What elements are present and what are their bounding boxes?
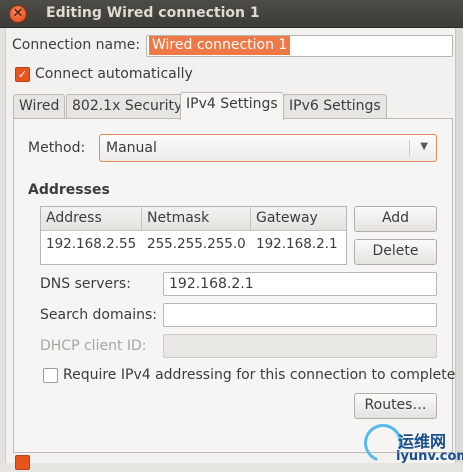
method-label: Method:: [28, 140, 86, 156]
background-checkbox: [15, 455, 30, 470]
background-window-edge-left: [0, 28, 6, 468]
title-bar: ✕ Editing Wired connection 1: [0, 0, 463, 28]
require-ipv4-label[interactable]: Require IPv4 addressing for this connect…: [63, 367, 455, 383]
addresses-table-header: Address Netmask Gateway: [41, 207, 346, 231]
connection-name-value: Wired connection 1: [149, 36, 291, 55]
column-divider: [141, 207, 142, 231]
chevron-down-icon: ▼: [420, 141, 428, 152]
dhcp-client-id-input: [163, 334, 437, 358]
tab-8021x-security[interactable]: 802.1x Security: [66, 94, 189, 118]
dhcp-client-id-label: DHCP client ID:: [40, 338, 147, 354]
dns-servers-label: DNS servers:: [40, 276, 131, 292]
column-header-address[interactable]: Address: [46, 210, 102, 226]
close-icon[interactable]: ✕: [9, 5, 27, 23]
method-value: Manual: [106, 140, 157, 156]
gateway-cell: 192.168.2.1: [256, 236, 338, 252]
addresses-table[interactable]: Address Netmask Gateway 192.168.2.55 255…: [40, 206, 347, 265]
connect-automatically-checkbox[interactable]: ✓: [15, 67, 30, 82]
watermark-url: iyunv.com: [396, 449, 463, 464]
search-domains-label: Search domains:: [40, 307, 157, 323]
tab-ipv6-settings[interactable]: IPv6 Settings: [283, 94, 387, 118]
method-select[interactable]: Manual ▼: [99, 134, 437, 162]
window-title: Editing Wired connection 1: [46, 5, 260, 21]
dns-servers-input[interactable]: 192.168.2.1: [163, 272, 437, 296]
routes-button[interactable]: Routes…: [354, 393, 437, 419]
require-ipv4-checkbox[interactable]: [43, 368, 58, 383]
netmask-cell: 255.255.255.0: [147, 236, 246, 252]
watermark: 运维网 iyunv.com: [357, 417, 463, 470]
address-cell: 192.168.2.55: [46, 236, 137, 252]
connect-automatically-label[interactable]: Connect automatically: [35, 66, 193, 82]
method-select-separator: [409, 140, 410, 156]
tab-wired[interactable]: Wired: [13, 94, 66, 118]
connection-name-label: Connection name:: [12, 37, 141, 53]
column-header-netmask[interactable]: Netmask: [147, 210, 209, 226]
add-address-button[interactable]: Add: [354, 206, 437, 232]
tab-ipv4-settings[interactable]: IPv4 Settings: [180, 92, 284, 120]
background-window-edge-right: [455, 28, 463, 463]
addresses-heading: Addresses: [28, 182, 110, 198]
column-divider: [250, 207, 251, 231]
column-header-gateway[interactable]: Gateway: [256, 210, 318, 226]
connection-name-input[interactable]: Wired connection 1: [146, 35, 453, 57]
search-domains-input[interactable]: [163, 303, 437, 327]
delete-address-button[interactable]: Delete: [354, 239, 437, 265]
